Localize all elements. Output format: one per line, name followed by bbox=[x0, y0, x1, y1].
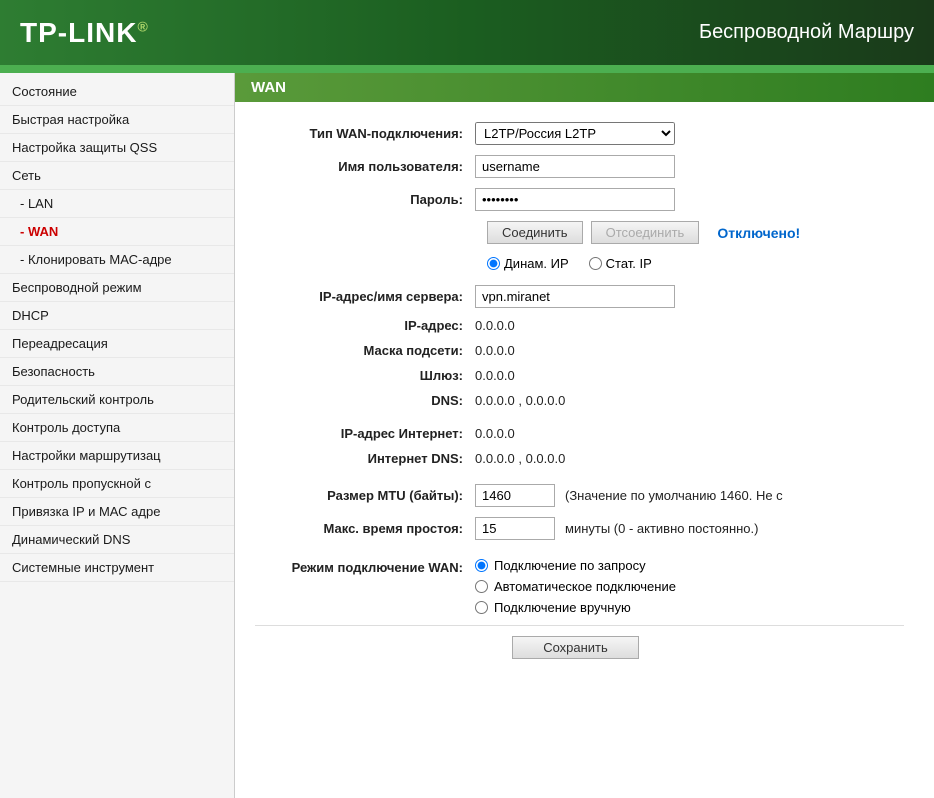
server-ip-input[interactable] bbox=[475, 285, 675, 308]
internet-ip-row: IP-адрес Интернет: 0.0.0.0 bbox=[255, 426, 904, 441]
connect-button[interactable]: Соединить bbox=[487, 221, 583, 244]
idle-row: Макс. время простоя: минуты (0 - активно… bbox=[255, 517, 904, 540]
server-ip-label: IP-адрес/имя сервера: bbox=[255, 289, 475, 304]
password-row: Пароль: bbox=[255, 188, 904, 211]
sidebar-item-ddns[interactable]: Динамический DNS bbox=[0, 526, 234, 554]
internet-ip-value: 0.0.0.0 bbox=[475, 426, 515, 441]
wan-type-value: L2TP/Россия L2TP bbox=[475, 122, 675, 145]
idle-label: Макс. время простоя: bbox=[255, 521, 475, 536]
sidebar-item-security[interactable]: Безопасность bbox=[0, 358, 234, 386]
dns-value: 0.0.0.0 , 0.0.0.0 bbox=[475, 393, 565, 408]
header-title: Беспроводной Маршру bbox=[699, 21, 914, 44]
ip-value: 0.0.0.0 bbox=[475, 318, 515, 333]
form-area: Тип WAN-подключения: L2TP/Россия L2TP Им… bbox=[235, 102, 934, 674]
dynamic-ip-radio[interactable] bbox=[487, 257, 500, 270]
mode-option1-radio[interactable] bbox=[475, 559, 488, 572]
internet-dns-label: Интернет DNS: bbox=[255, 451, 475, 466]
gateway-value: 0.0.0.0 bbox=[475, 368, 515, 383]
page-title: WAN bbox=[235, 73, 934, 102]
green-bar bbox=[0, 65, 934, 73]
sidebar-item-dhcp[interactable]: DHCP bbox=[0, 302, 234, 330]
static-ip-label[interactable]: Стат. IP bbox=[589, 256, 652, 271]
wan-type-row: Тип WAN-подключения: L2TP/Россия L2TP bbox=[255, 122, 904, 145]
dns-row: DNS: 0.0.0.0 , 0.0.0.0 bbox=[255, 393, 904, 408]
ip-row: IP-адрес: 0.0.0.0 bbox=[255, 318, 904, 333]
sidebar-item-network[interactable]: Сеть bbox=[0, 162, 234, 190]
subnet-row: Маска подсети: 0.0.0.0 bbox=[255, 343, 904, 358]
ip-label: IP-адрес: bbox=[255, 318, 475, 333]
sidebar-item-quick-setup[interactable]: Быстрая настройка bbox=[0, 106, 234, 134]
gateway-row: Шлюз: 0.0.0.0 bbox=[255, 368, 904, 383]
sidebar-item-status[interactable]: Состояние bbox=[0, 78, 234, 106]
dynamic-ip-label[interactable]: Динам. ИP bbox=[487, 256, 569, 271]
dns-label: DNS: bbox=[255, 393, 475, 408]
sidebar-item-mac-clone[interactable]: - Клонировать МАС-адре bbox=[0, 246, 234, 274]
mtu-hint: (Значение по умолчанию 1460. Не с bbox=[565, 488, 783, 503]
password-input[interactable] bbox=[475, 188, 675, 211]
logo: TP-LINK® bbox=[20, 17, 149, 49]
disconnect-button[interactable]: Отсоединить bbox=[591, 221, 700, 244]
connect-buttons-row: Соединить Отсоединить Отключено! bbox=[487, 221, 904, 244]
mode-radio-group: Подключение по запросу Автоматическое по… bbox=[475, 558, 676, 615]
sidebar-item-qss[interactable]: Настройка защиты QSS bbox=[0, 134, 234, 162]
mode-option2-radio[interactable] bbox=[475, 580, 488, 593]
sidebar-item-wan[interactable]: - WAN bbox=[0, 218, 234, 246]
save-bar: Сохранить bbox=[255, 625, 904, 664]
connection-status: Отключено! bbox=[717, 225, 800, 241]
username-input[interactable] bbox=[475, 155, 675, 178]
idle-input[interactable] bbox=[475, 517, 555, 540]
ip-type-row: Динам. ИP Стат. IP bbox=[487, 256, 904, 271]
internet-ip-label: IP-адрес Интернет: bbox=[255, 426, 475, 441]
mode-label: Режим подключение WAN: bbox=[255, 558, 475, 575]
sidebar-item-bandwidth[interactable]: Контроль пропускной с bbox=[0, 470, 234, 498]
mode-option1-label[interactable]: Подключение по запросу bbox=[475, 558, 676, 573]
internet-dns-row: Интернет DNS: 0.0.0.0 , 0.0.0.0 bbox=[255, 451, 904, 466]
sidebar-item-routing[interactable]: Настройки маршрутизац bbox=[0, 442, 234, 470]
password-label: Пароль: bbox=[255, 192, 475, 207]
static-ip-radio[interactable] bbox=[589, 257, 602, 270]
mtu-row: Размер MTU (байты): (Значение по умолчан… bbox=[255, 484, 904, 507]
main-layout: СостояниеБыстрая настройкаНастройка защи… bbox=[0, 73, 934, 798]
username-row: Имя пользователя: bbox=[255, 155, 904, 178]
sidebar-item-forwarding[interactable]: Переадресация bbox=[0, 330, 234, 358]
sidebar-item-parental[interactable]: Родительский контроль bbox=[0, 386, 234, 414]
mode-row: Режим подключение WAN: Подключение по за… bbox=[255, 558, 904, 615]
wan-type-select[interactable]: L2TP/Россия L2TP bbox=[475, 122, 675, 145]
mode-option2-label[interactable]: Автоматическое подключение bbox=[475, 579, 676, 594]
mtu-label: Размер MTU (байты): bbox=[255, 488, 475, 503]
sidebar: СостояниеБыстрая настройкаНастройка защи… bbox=[0, 73, 235, 798]
header: TP-LINK® Беспроводной Маршру bbox=[0, 0, 934, 65]
idle-hint: минуты (0 - активно постоянно.) bbox=[565, 521, 758, 536]
gateway-label: Шлюз: bbox=[255, 368, 475, 383]
server-ip-row: IP-адрес/имя сервера: bbox=[255, 285, 904, 308]
username-label: Имя пользователя: bbox=[255, 159, 475, 174]
sidebar-item-ip-mac[interactable]: Привязка IP и МАС адре bbox=[0, 498, 234, 526]
save-button[interactable]: Сохранить bbox=[512, 636, 639, 659]
internet-dns-value: 0.0.0.0 , 0.0.0.0 bbox=[475, 451, 565, 466]
sidebar-item-access-control[interactable]: Контроль доступа bbox=[0, 414, 234, 442]
mode-option3-label[interactable]: Подключение вручную bbox=[475, 600, 676, 615]
wan-type-label: Тип WAN-подключения: bbox=[255, 126, 475, 141]
mtu-input[interactable] bbox=[475, 484, 555, 507]
mode-option3-radio[interactable] bbox=[475, 601, 488, 614]
subnet-label: Маска подсети: bbox=[255, 343, 475, 358]
sidebar-item-wireless[interactable]: Беспроводной режим bbox=[0, 274, 234, 302]
content-area: WAN Тип WAN-подключения: L2TP/Россия L2T… bbox=[235, 73, 934, 798]
sidebar-item-system-tools[interactable]: Системные инструмент bbox=[0, 554, 234, 582]
sidebar-item-lan[interactable]: - LAN bbox=[0, 190, 234, 218]
subnet-value: 0.0.0.0 bbox=[475, 343, 515, 358]
